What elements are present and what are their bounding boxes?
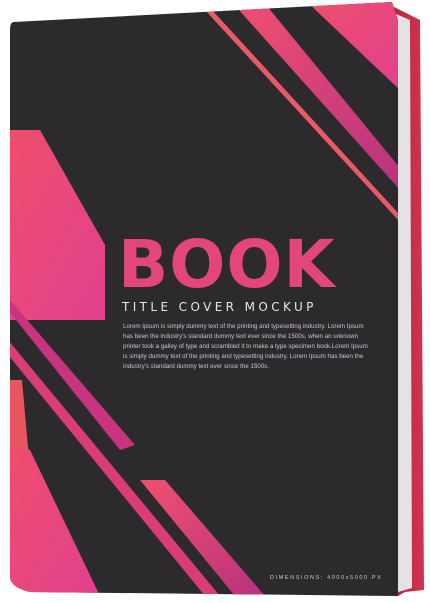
dimensions-label: DIMENSIONS: 4000x5000 PX	[270, 575, 383, 581]
book-mockup: BOOK TITLE COVER MOCKUP Lorem Ipsum is s…	[0, 0, 430, 603]
cover-subtitle: TITLE COVER MOCKUP	[122, 300, 317, 314]
cover-title: BOOK	[118, 226, 336, 303]
page-edges	[396, 14, 412, 592]
cover-description: Lorem Ipsum is simply dummy text of the …	[123, 323, 368, 370]
